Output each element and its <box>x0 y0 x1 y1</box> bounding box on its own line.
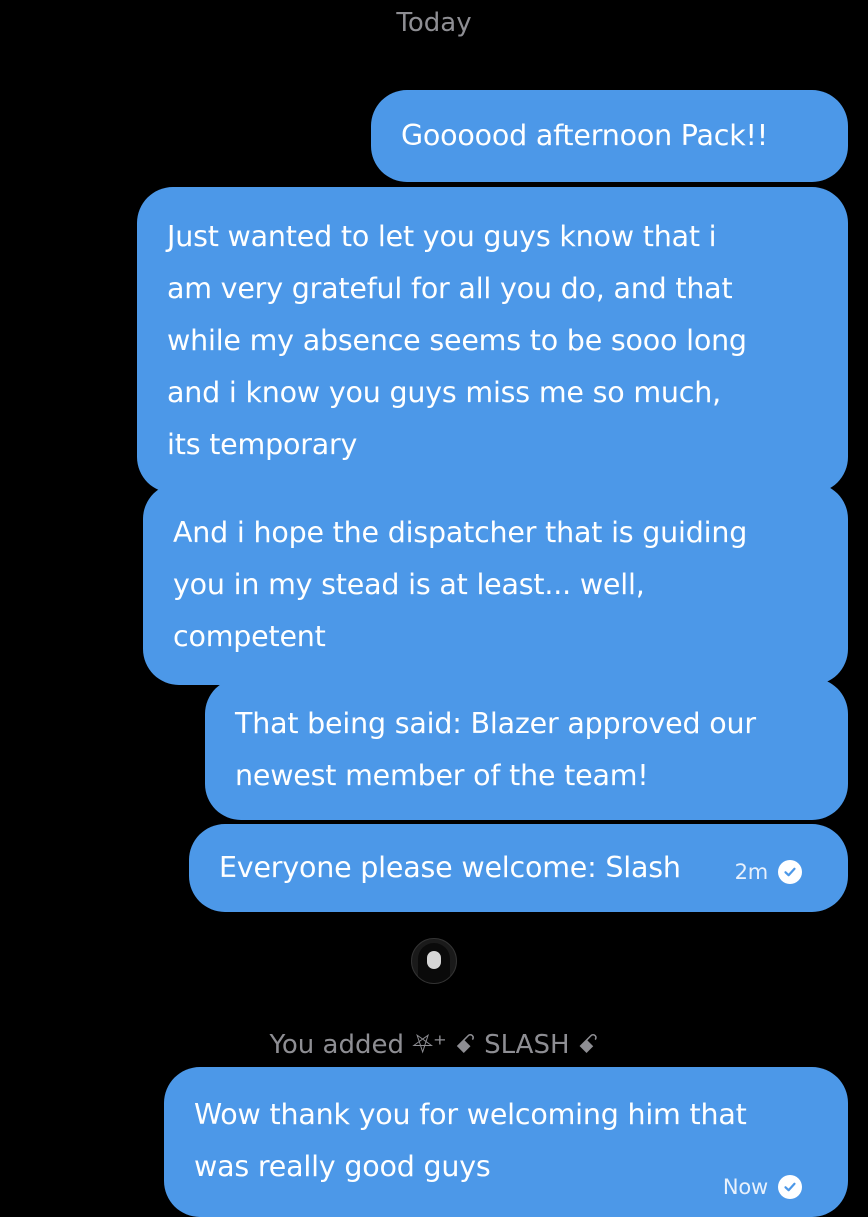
added-user-name[interactable]: ⛧⁺ ꗃ SLASH ꗃ <box>412 1030 598 1060</box>
message-bubble[interactable]: And i hope the dispatcher that is guidin… <box>143 483 848 685</box>
member-added-text: You added ⛧⁺ ꗃ SLASH ꗃ <box>0 1030 868 1061</box>
message-line: newest member of the team! <box>235 759 649 792</box>
message-bubble[interactable]: Everyone please welcome: Slash 2m <box>189 824 848 912</box>
message-line: am very grateful for all you do, and tha… <box>167 272 733 305</box>
message-line: and i know you guys miss me so much, <box>167 376 721 409</box>
message-line: Wow thank you for welcoming him that <box>194 1098 747 1131</box>
user-avatar[interactable] <box>411 938 457 984</box>
message-bubble[interactable]: Wow thank you for welcoming him that was… <box>164 1067 848 1217</box>
message-line: Goooood afternoon Pack!! <box>401 119 768 152</box>
message-timestamp: Now <box>722 1175 768 1199</box>
check-circle-icon <box>778 860 802 884</box>
message-line: competent <box>173 620 326 653</box>
message-timestamp: 2m <box>734 860 769 884</box>
check-circle-icon <box>778 1175 802 1199</box>
message-status: Now <box>723 1161 802 1213</box>
message-line: Just wanted to let you guys know that i <box>167 220 717 253</box>
member-added-event: You added ⛧⁺ ꗃ SLASH ꗃ <box>0 938 868 1061</box>
message-bubble[interactable]: That being said: Blazer approved our new… <box>205 678 848 820</box>
message-line: That being said: Blazer approved our <box>235 707 756 740</box>
day-separator: Today <box>396 8 472 38</box>
message-line: And i hope the dispatcher that is guidin… <box>173 516 748 549</box>
event-prefix: You added <box>269 1030 404 1060</box>
message-line: you in my stead is at least... well, <box>173 568 645 601</box>
message-bubble[interactable]: Just wanted to let you guys know that i … <box>137 187 848 493</box>
message-line: while my absence seems to be sooo long <box>167 324 747 357</box>
message-status: 2m <box>735 846 802 898</box>
message-line: its temporary <box>167 428 358 461</box>
message-line: Everyone please welcome: Slash <box>219 851 681 884</box>
message-bubble[interactable]: Goooood afternoon Pack!! <box>371 90 848 182</box>
